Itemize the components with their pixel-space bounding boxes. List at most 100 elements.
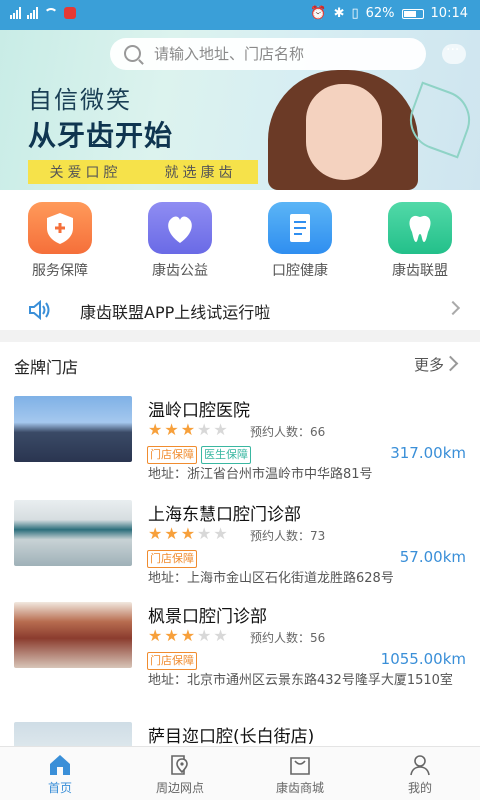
status-bar: ⏰ ✱ ▯ 62% 10:14 <box>0 0 480 30</box>
tag-store-guarantee: 门店保障 <box>147 550 197 568</box>
star-filled-icon: ★ <box>148 420 163 439</box>
store-card[interactable]: 萨目迩口腔(长白街店) ★ ★ ★ ★ ★ <box>0 722 480 746</box>
heart-icon <box>148 202 212 254</box>
quick-link-label: 服务保障 <box>32 263 88 279</box>
banner-tagline: 关爱口腔 就选康齿 <box>28 160 258 184</box>
quick-link-oral-health[interactable]: 口腔健康 <box>240 200 360 290</box>
star-empty-icon: ★ <box>197 420 212 439</box>
store-card[interactable]: 枫景口腔门诊部 ★ ★ ★ ★ ★ 预约人数：56 门店保障 1055.00km… <box>0 602 480 702</box>
tab-nearby[interactable]: 周边网点 <box>120 747 240 800</box>
recording-icon <box>64 7 76 19</box>
store-distance: 317.00km <box>390 444 466 462</box>
star-filled-icon: ★ <box>180 524 196 543</box>
shopping-bag-icon <box>290 757 310 775</box>
tab-label: 周边网点 <box>155 781 204 795</box>
signal-icon <box>27 7 38 19</box>
home-icon <box>50 755 70 775</box>
banner-tagline-b: 就选康齿 <box>164 165 237 181</box>
store-distance: 57.00km <box>399 548 466 566</box>
battery-percent: 62% <box>365 6 395 21</box>
section-title: 金牌门店 <box>14 358 79 377</box>
document-icon <box>268 202 332 254</box>
star-filled-icon: ★ <box>148 626 163 645</box>
announcement-text: 康齿联盟APP上线试运行啦 <box>80 303 271 322</box>
banner-tagline-a: 关爱口腔 <box>49 165 122 181</box>
banner[interactable]: ⏰ ✱ ▯ 62% 10:14 自信微笑 从牙齿开始 关爱口腔 就选康齿 <box>0 0 480 190</box>
gold-stores-section: 金牌门店 更多 温岭口腔医院 ★ ★ ★ ★ ★ 预约人数：66 门店保障 医生… <box>0 342 480 746</box>
tab-label: 首页 <box>47 781 72 795</box>
store-photo <box>14 722 132 746</box>
tag-store-guarantee: 门店保障 <box>147 652 197 670</box>
quick-link-charity[interactable]: 康齿公益 <box>120 200 240 290</box>
store-card[interactable]: 上海东慧口腔门诊部 ★ ★ ★ ★ ★ 预约人数：73 门店保障 57.00km… <box>0 500 480 600</box>
banner-model-photo <box>268 70 418 190</box>
star-empty-icon: ★ <box>213 524 228 543</box>
quick-link-label: 口腔健康 <box>272 263 328 279</box>
battery-icon <box>401 8 424 19</box>
chevron-right-icon[interactable] <box>442 355 459 372</box>
star-empty-icon: ★ <box>213 420 228 439</box>
star-empty-icon: ★ <box>197 626 212 645</box>
star-filled-icon: ★ <box>180 626 196 645</box>
banner-slogan-line1: 自信微笑 <box>28 86 132 114</box>
alarm-icon: ⏰ <box>310 6 327 21</box>
announcement-bar[interactable]: 康齿联盟APP上线试运行啦 <box>0 290 480 330</box>
store-card[interactable]: 温岭口腔医院 ★ ★ ★ ★ ★ 预约人数：66 门店保障 医生保障 317.0… <box>0 396 480 496</box>
store-address: 地址：浙江省台州市温岭市中华路81号 <box>148 467 373 482</box>
clock: 10:14 <box>430 6 468 21</box>
user-icon <box>410 755 430 776</box>
store-distance: 1055.00km <box>380 650 466 668</box>
vibrate-icon: ▯ <box>351 6 359 21</box>
speaker-icon <box>29 300 50 320</box>
star-rating: ★ ★ ★ ★ ★ <box>148 526 228 542</box>
appointment-count: 预约人数：73 <box>250 529 326 543</box>
chevron-right-icon <box>445 300 461 316</box>
quick-link-alliance[interactable]: 康齿联盟 <box>360 200 480 290</box>
search-input[interactable] <box>154 38 414 70</box>
quick-links-panel: 服务保障 康齿公益 口腔健康 康齿联盟 康齿联盟APP上线试运行啦 <box>0 190 480 330</box>
store-name: 萨目迩口腔(长白街店) <box>148 727 315 746</box>
tooth-icon <box>388 202 452 254</box>
star-rating: ★ ★ ★ ★ ★ <box>148 422 228 438</box>
store-name: 枫景口腔门诊部 <box>148 607 267 627</box>
message-icon[interactable] <box>442 42 466 64</box>
store-name: 上海东慧口腔门诊部 <box>148 505 301 525</box>
star-empty-icon: ★ <box>197 524 212 543</box>
appointment-count: 预约人数：66 <box>250 425 326 439</box>
tag-doctor-guarantee: 医生保障 <box>201 446 251 464</box>
status-right: ⏰ ✱ ▯ 62% 10:14 <box>310 6 468 21</box>
search-bar[interactable] <box>110 38 426 70</box>
quick-link-service[interactable]: 服务保障 <box>0 200 120 290</box>
star-rating: ★ ★ ★ ★ ★ <box>148 628 228 644</box>
store-photo <box>14 602 132 668</box>
map-pin-icon <box>171 755 188 775</box>
star-filled-icon: ★ <box>164 626 179 645</box>
tab-label: 我的 <box>407 781 432 795</box>
star-filled-icon: ★ <box>180 420 196 439</box>
signal-icon <box>10 7 21 19</box>
tab-mall[interactable]: 康齿商城 <box>240 747 360 800</box>
store-tags: 门店保障 <box>147 550 197 568</box>
tab-mine[interactable]: 我的 <box>360 747 480 800</box>
search-icon <box>124 45 141 62</box>
star-filled-icon: ★ <box>164 420 179 439</box>
tag-store-guarantee: 门店保障 <box>147 446 197 464</box>
more-link[interactable]: 更多 <box>414 354 444 375</box>
store-photo <box>14 396 132 462</box>
shield-plus-icon <box>28 202 92 254</box>
store-tags: 门店保障 <box>147 652 197 670</box>
store-tags: 门店保障 医生保障 <box>147 446 251 464</box>
store-address: 地址：上海市金山区石化街道龙胜路628号 <box>148 571 394 586</box>
star-filled-icon: ★ <box>148 524 163 543</box>
status-left <box>10 7 76 19</box>
bottom-tab-bar: 首页 周边网点 康齿商城 我的 <box>0 746 480 800</box>
star-empty-icon: ★ <box>213 626 228 645</box>
store-photo <box>14 500 132 566</box>
star-filled-icon: ★ <box>164 524 179 543</box>
search-row <box>0 36 480 72</box>
quick-link-label: 康齿公益 <box>152 263 208 279</box>
banner-slogan-line2: 从牙齿开始 <box>28 119 174 152</box>
wifi-icon <box>44 8 58 18</box>
quick-link-label: 康齿联盟 <box>392 263 448 279</box>
tab-home[interactable]: 首页 <box>0 747 120 800</box>
